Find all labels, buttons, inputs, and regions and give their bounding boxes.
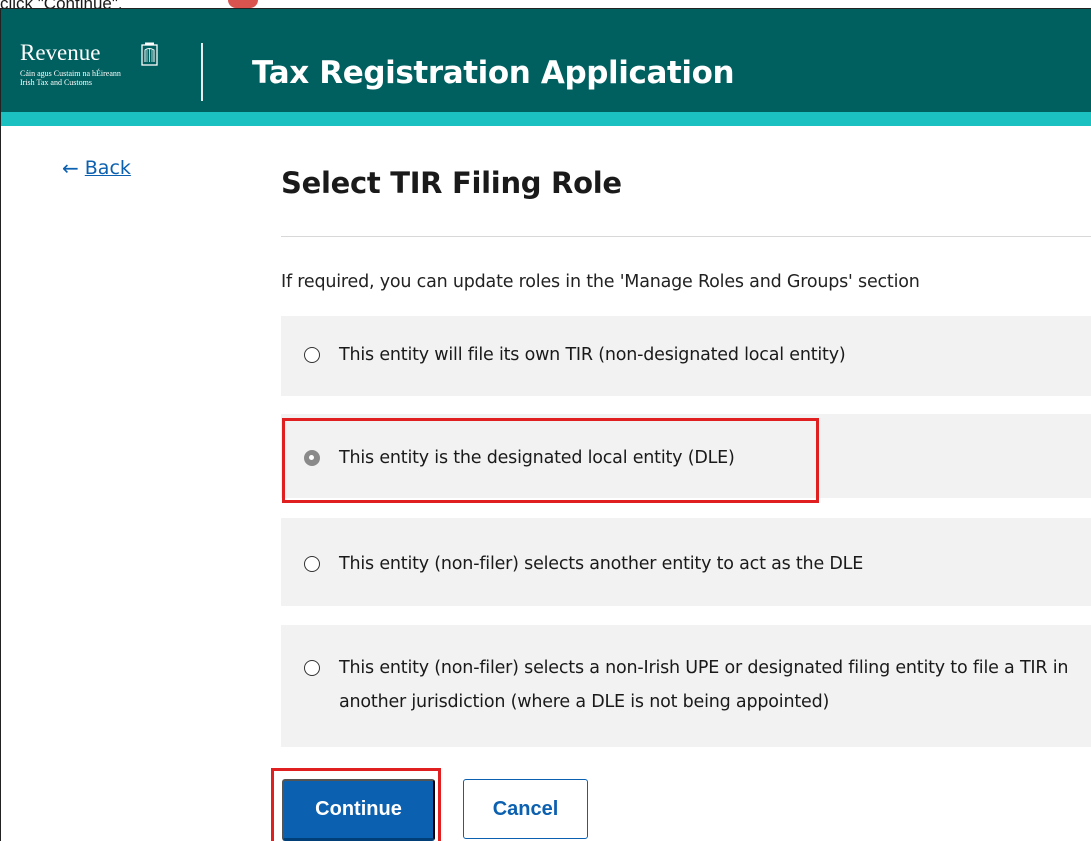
highlight-selected-option [282,418,819,503]
highlight-continue-button [271,768,441,841]
back-link[interactable]: ← Back [62,157,131,179]
arrow-left-icon: ← [62,156,79,180]
radio-option-another-dle[interactable]: This entity (non-filer) selects another … [281,518,1091,606]
revenue-logo[interactable]: Revenue Cáin agus Custaim na hÉireann Ir… [20,40,170,100]
radio-option-label: This entity (non-filer) selects a non-Ir… [339,658,1069,712]
cancel-button[interactable]: Cancel [463,779,588,839]
header-accent-stripe [1,112,1091,126]
radio-option-own-tir[interactable]: This entity will file its own TIR (non-d… [281,316,1091,396]
harp-icon [141,42,158,66]
back-link-label: Back [84,157,131,179]
logo-subtitle-irish: Cáin agus Custaim na hÉireann [20,69,121,78]
site-header: Revenue Cáin agus Custaim na hÉireann Ir… [1,8,1091,112]
header-divider [201,43,203,101]
radio-button[interactable] [304,660,320,676]
radio-option-non-irish-upe[interactable]: This entity (non-filer) selects a non-Ir… [281,625,1091,747]
instruction-text: click "Continue". [0,0,123,8]
app-title: Tax Registration Application [252,55,735,91]
decorative-mark [228,0,258,8]
logo-subtitle-english: Irish Tax and Customs [20,78,92,87]
radio-option-label: This entity will file its own TIR (non-d… [339,345,846,365]
hint-text: If required, you can update roles in the… [281,272,920,292]
logo-subtitle: Cáin agus Custaim na hÉireann Irish Tax … [20,69,170,87]
radio-button[interactable] [304,347,320,363]
page-title: Select TIR Filing Role [281,166,622,200]
title-divider [281,236,1091,237]
radio-button[interactable] [304,556,320,572]
radio-option-label: This entity (non-filer) selects another … [339,554,864,574]
